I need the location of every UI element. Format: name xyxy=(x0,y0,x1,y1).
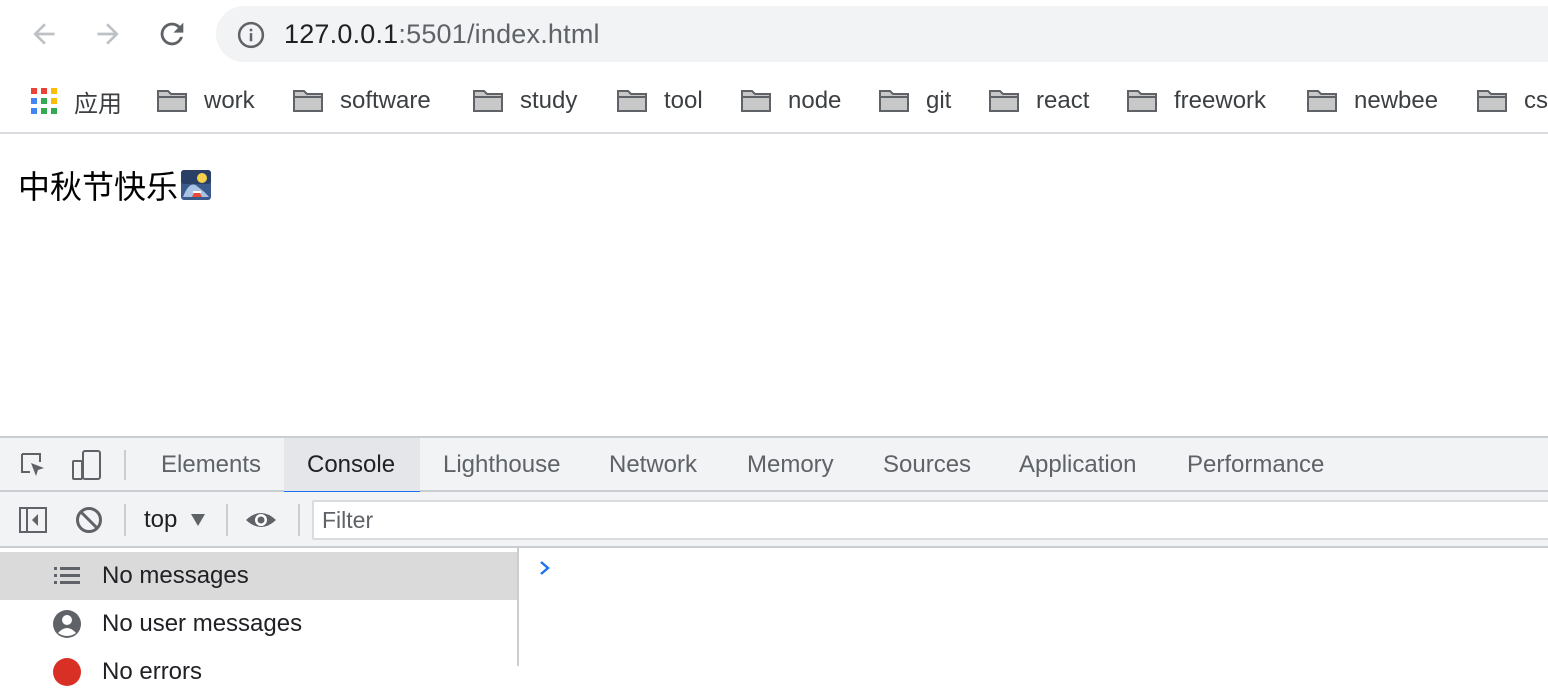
folder-icon xyxy=(879,90,909,112)
bookmark-label: tool xyxy=(664,87,703,114)
toolbar-divider xyxy=(298,504,300,536)
console-sidebar: No messages No user messages No errors xyxy=(0,548,519,686)
sidebar-item-label: No user messages xyxy=(102,610,303,637)
bookmark-folder-newbee[interactable]: newbee xyxy=(1306,68,1438,134)
url-host: 127.0.0.1 xyxy=(284,19,399,49)
bookmark-folder-react[interactable]: react xyxy=(988,68,1089,134)
bookmark-label: react xyxy=(1036,87,1090,114)
apps-grid-icon xyxy=(31,88,57,114)
chevron-right-icon xyxy=(540,561,550,575)
bookmark-label: newbee xyxy=(1354,87,1439,114)
eye-icon xyxy=(246,513,276,527)
tab-network[interactable]: Network xyxy=(586,438,720,492)
folder-icon xyxy=(157,90,187,112)
greeting-label: 中秋节快乐 xyxy=(18,169,179,205)
sidebar-item-label: No messages xyxy=(102,562,249,589)
folder-icon xyxy=(617,90,647,112)
folder-icon xyxy=(473,90,503,112)
bookmark-folder-software[interactable]: software xyxy=(292,68,431,134)
moon-cake-emoji-icon xyxy=(181,170,212,200)
bookmark-label: cs xyxy=(1524,87,1548,114)
bookmark-label: work xyxy=(204,87,255,114)
tab-sources[interactable]: Sources xyxy=(860,438,994,492)
device-mobile-icon xyxy=(72,450,101,480)
context-value: top xyxy=(144,506,178,533)
sidebar-item-errors[interactable]: No errors xyxy=(0,648,517,696)
devtools-tab-bar: Elements Console Lighthouse Network Memo… xyxy=(0,438,1548,494)
folder-icon xyxy=(1127,90,1157,112)
tab-application[interactable]: Application xyxy=(996,438,1159,492)
folder-icon xyxy=(293,90,323,112)
arrow-left-icon xyxy=(33,23,55,45)
toggle-sidebar-button[interactable] xyxy=(16,503,50,537)
filter-input[interactable] xyxy=(312,500,1548,540)
user-circle-icon xyxy=(52,609,82,639)
inspect-cursor-icon xyxy=(21,453,44,476)
bookmark-folder-tool[interactable]: tool xyxy=(616,68,703,134)
tab-console[interactable]: Console xyxy=(284,438,420,494)
toolbar-divider xyxy=(124,504,126,536)
tab-performance[interactable]: Performance xyxy=(1164,438,1347,492)
context-selector[interactable]: top xyxy=(136,492,213,548)
bookmark-folder-study[interactable]: study xyxy=(472,68,577,134)
block-clear-icon xyxy=(76,507,102,533)
sidebar-item-user-messages[interactable]: No user messages xyxy=(0,600,517,648)
caret-down-icon xyxy=(191,514,206,526)
folder-icon xyxy=(1307,90,1337,112)
bookmark-folder-cs[interactable]: cs xyxy=(1476,68,1548,134)
list-icon xyxy=(52,561,82,591)
sidebar-item-label: No errors xyxy=(102,658,203,685)
inspect-element-button[interactable] xyxy=(16,448,50,482)
reload-button[interactable] xyxy=(152,14,192,54)
bookmark-label: study xyxy=(520,87,578,114)
browser-toolbar: 127.0.0.1:5501/index.html xyxy=(0,0,1548,68)
arrow-right-icon xyxy=(97,23,119,45)
clear-console-button[interactable] xyxy=(72,503,106,537)
folder-icon xyxy=(989,90,1019,112)
bookmark-folder-freework[interactable]: freework xyxy=(1126,68,1266,134)
greeting-text: 中秋节快乐 xyxy=(18,162,212,208)
bookmark-label: freework xyxy=(1174,87,1267,114)
bookmark-label: git xyxy=(926,87,952,114)
sidebar-toggle-icon xyxy=(19,507,47,533)
info-icon[interactable] xyxy=(236,20,266,50)
error-circle-icon xyxy=(52,657,82,687)
back-button[interactable] xyxy=(24,14,64,54)
bookmark-folder-node[interactable]: node xyxy=(740,68,841,134)
page-viewport: 中秋节快乐 xyxy=(0,136,1548,436)
tab-lighthouse[interactable]: Lighthouse xyxy=(420,438,583,492)
bookmark-folder-git[interactable]: git xyxy=(878,68,951,134)
bookmark-label: node xyxy=(788,87,842,114)
sidebar-item-messages[interactable]: No messages xyxy=(0,552,517,600)
console-toolbar: top xyxy=(0,492,1548,548)
bookmark-label: 应用 xyxy=(74,90,122,118)
reload-icon xyxy=(160,22,184,46)
bookmark-apps[interactable]: 应用 xyxy=(30,68,122,134)
folder-icon xyxy=(1477,90,1507,112)
tab-memory[interactable]: Memory xyxy=(724,438,857,492)
url-path: :5501/index.html xyxy=(398,19,600,49)
forward-button[interactable] xyxy=(88,14,128,54)
url-text[interactable]: 127.0.0.1:5501/index.html xyxy=(284,6,600,62)
devtools-panel: Elements Console Lighthouse Network Memo… xyxy=(0,436,1548,686)
bookmark-label: software xyxy=(340,87,431,114)
device-toolbar-button[interactable] xyxy=(70,448,104,482)
live-expression-button[interactable] xyxy=(244,503,278,537)
toolbar-divider xyxy=(124,450,126,480)
address-bar[interactable]: 127.0.0.1:5501/index.html xyxy=(216,6,1548,62)
tab-elements[interactable]: Elements xyxy=(138,438,284,492)
folder-icon xyxy=(741,90,771,112)
console-output[interactable] xyxy=(521,548,1548,666)
bookmarks-bar: 应用 work software study tool node git rea… xyxy=(0,68,1548,134)
toolbar-divider xyxy=(226,504,228,536)
bookmark-folder-work[interactable]: work xyxy=(156,68,255,134)
